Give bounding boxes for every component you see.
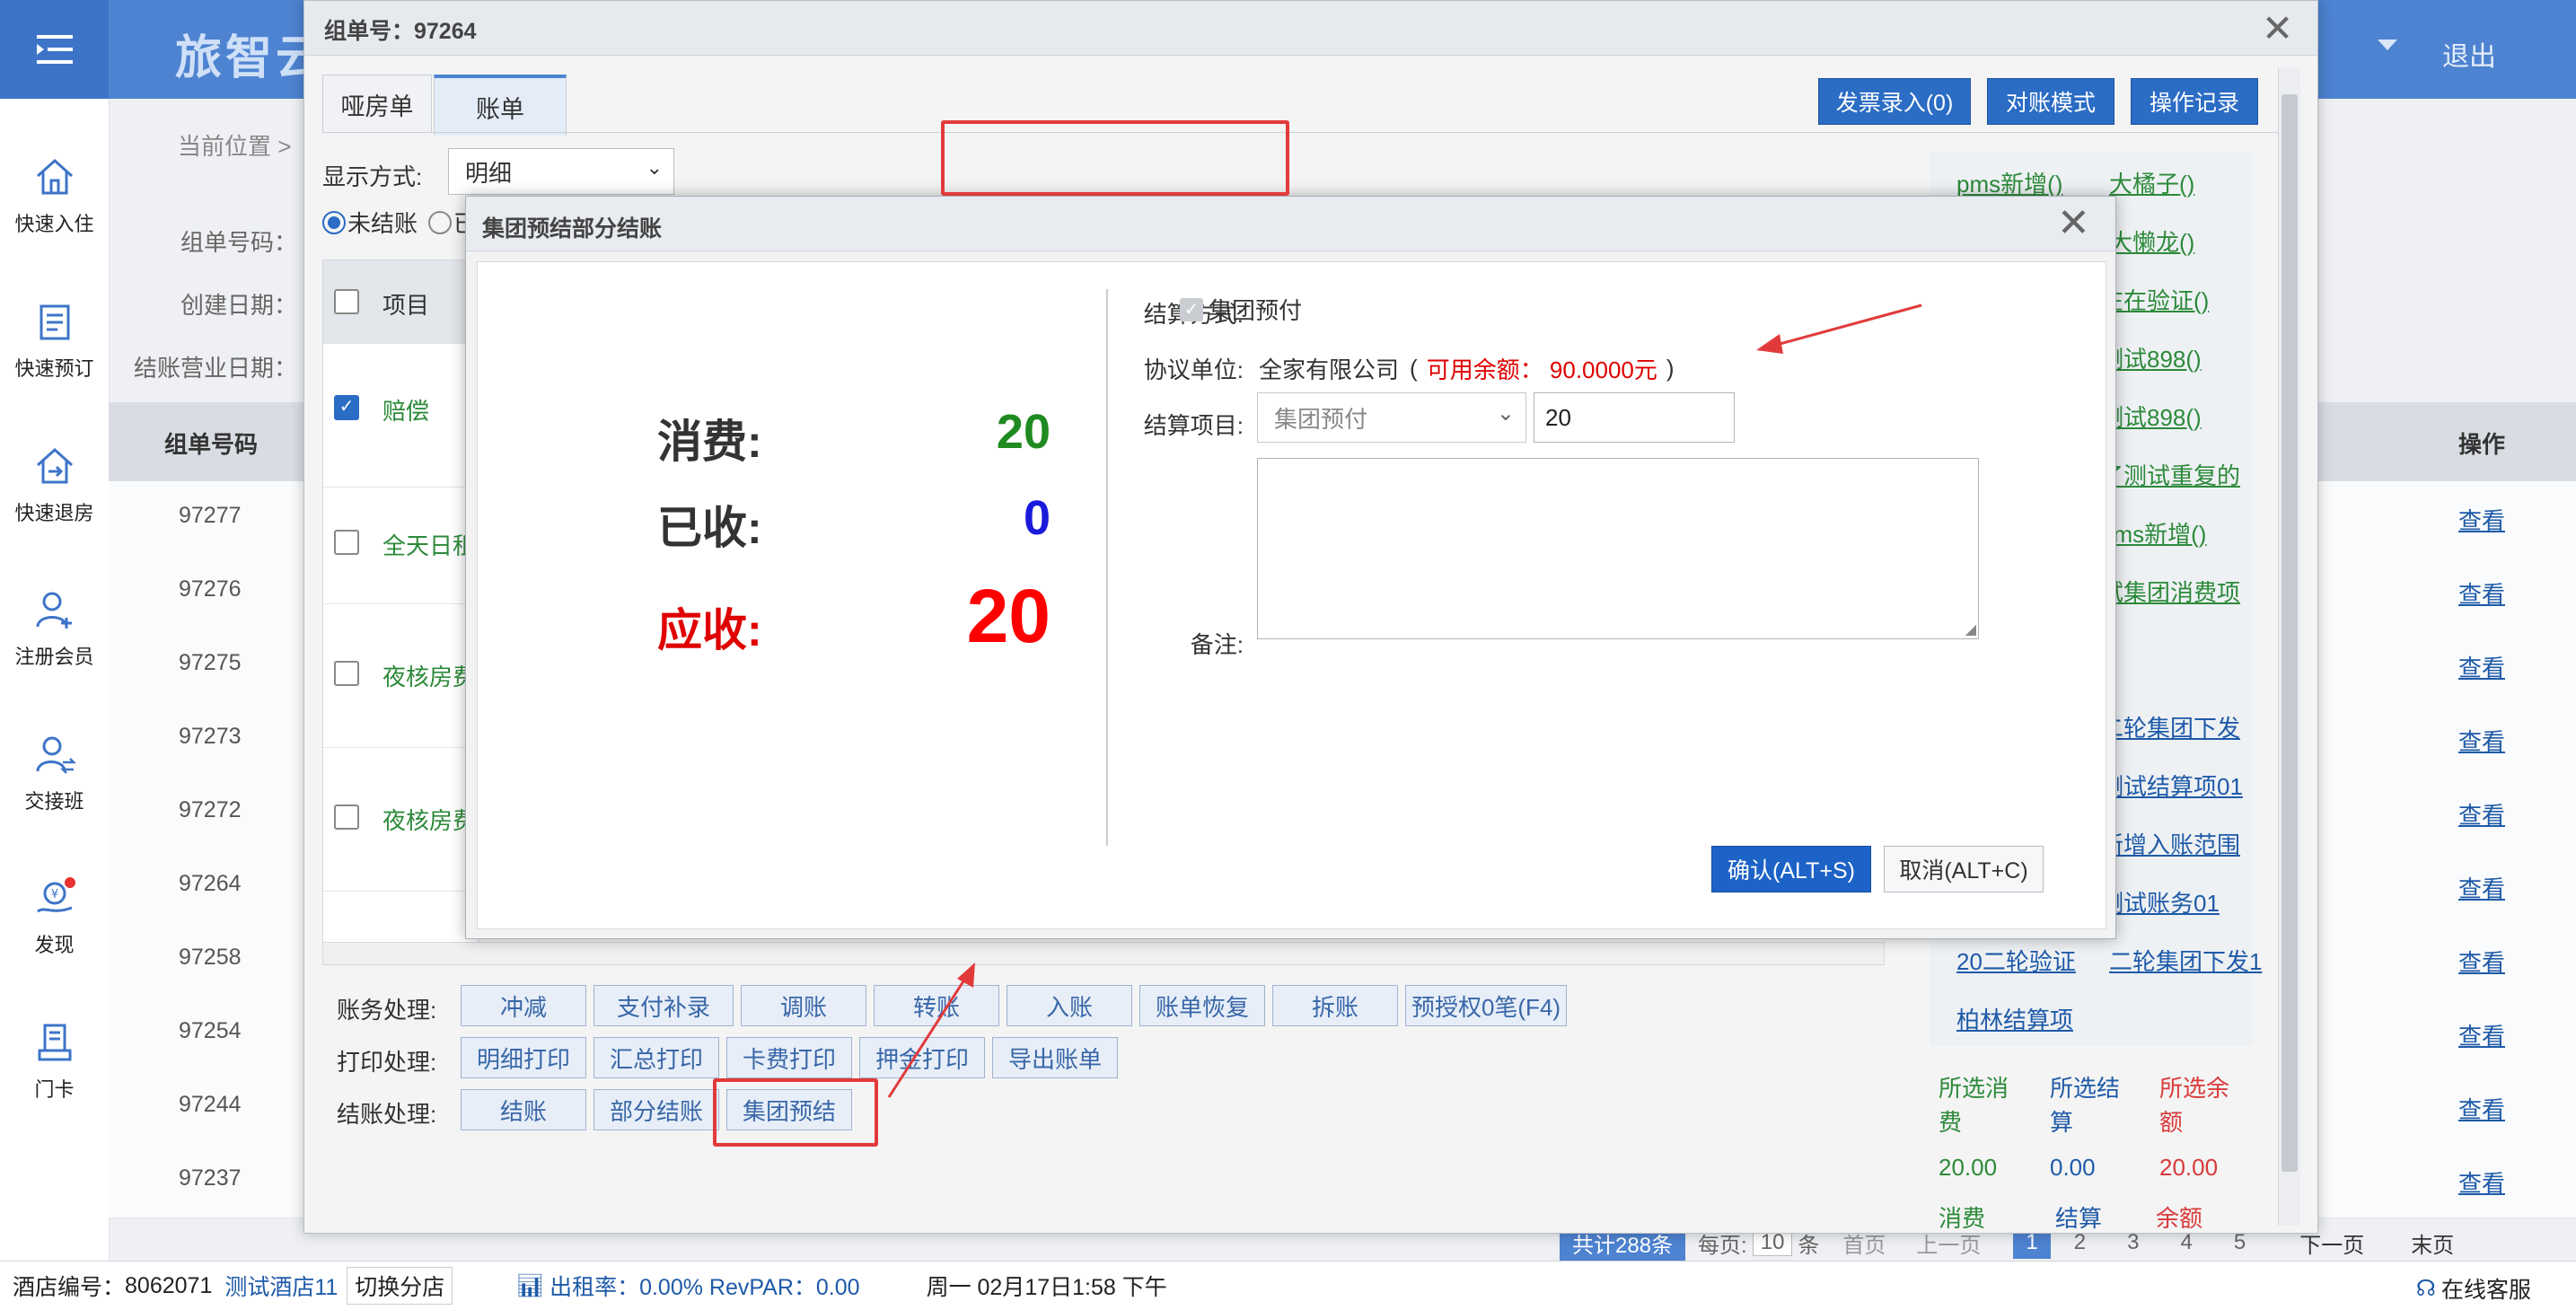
annotation-arrow-balance [1763, 303, 1922, 350]
annotation-arrows [887, 303, 1922, 1098]
status-bar: 酒店编号： 8062071 测试酒店11 切换分店 📊︎ 出租率：0.00% R… [0, 1261, 2576, 1310]
headset-icon: ☊ [2415, 1276, 2436, 1301]
occupancy-text: 出租率：0.00% RevPAR：0.00 [549, 1275, 860, 1300]
hotel-name: 测试酒店11 [224, 1275, 338, 1300]
date-time: 周一 02月17日1:58 下午 [926, 1275, 1167, 1300]
hotel-no-label: 酒店编号： [13, 1275, 126, 1300]
switch-branch-button[interactable]: 切换分店 [347, 1267, 453, 1305]
annotation-arrowhead-balance [1756, 334, 1783, 354]
chart-icon: 📊︎ [515, 1272, 545, 1298]
annotation-arrow-button [887, 971, 971, 1098]
annotation-arrowhead-button [957, 963, 975, 988]
online-support-label: 在线客服 [2440, 1278, 2531, 1303]
online-support[interactable]: ☊ 在线客服 [2416, 1272, 2531, 1305]
hotel-no: 8062071 [125, 1272, 213, 1298]
